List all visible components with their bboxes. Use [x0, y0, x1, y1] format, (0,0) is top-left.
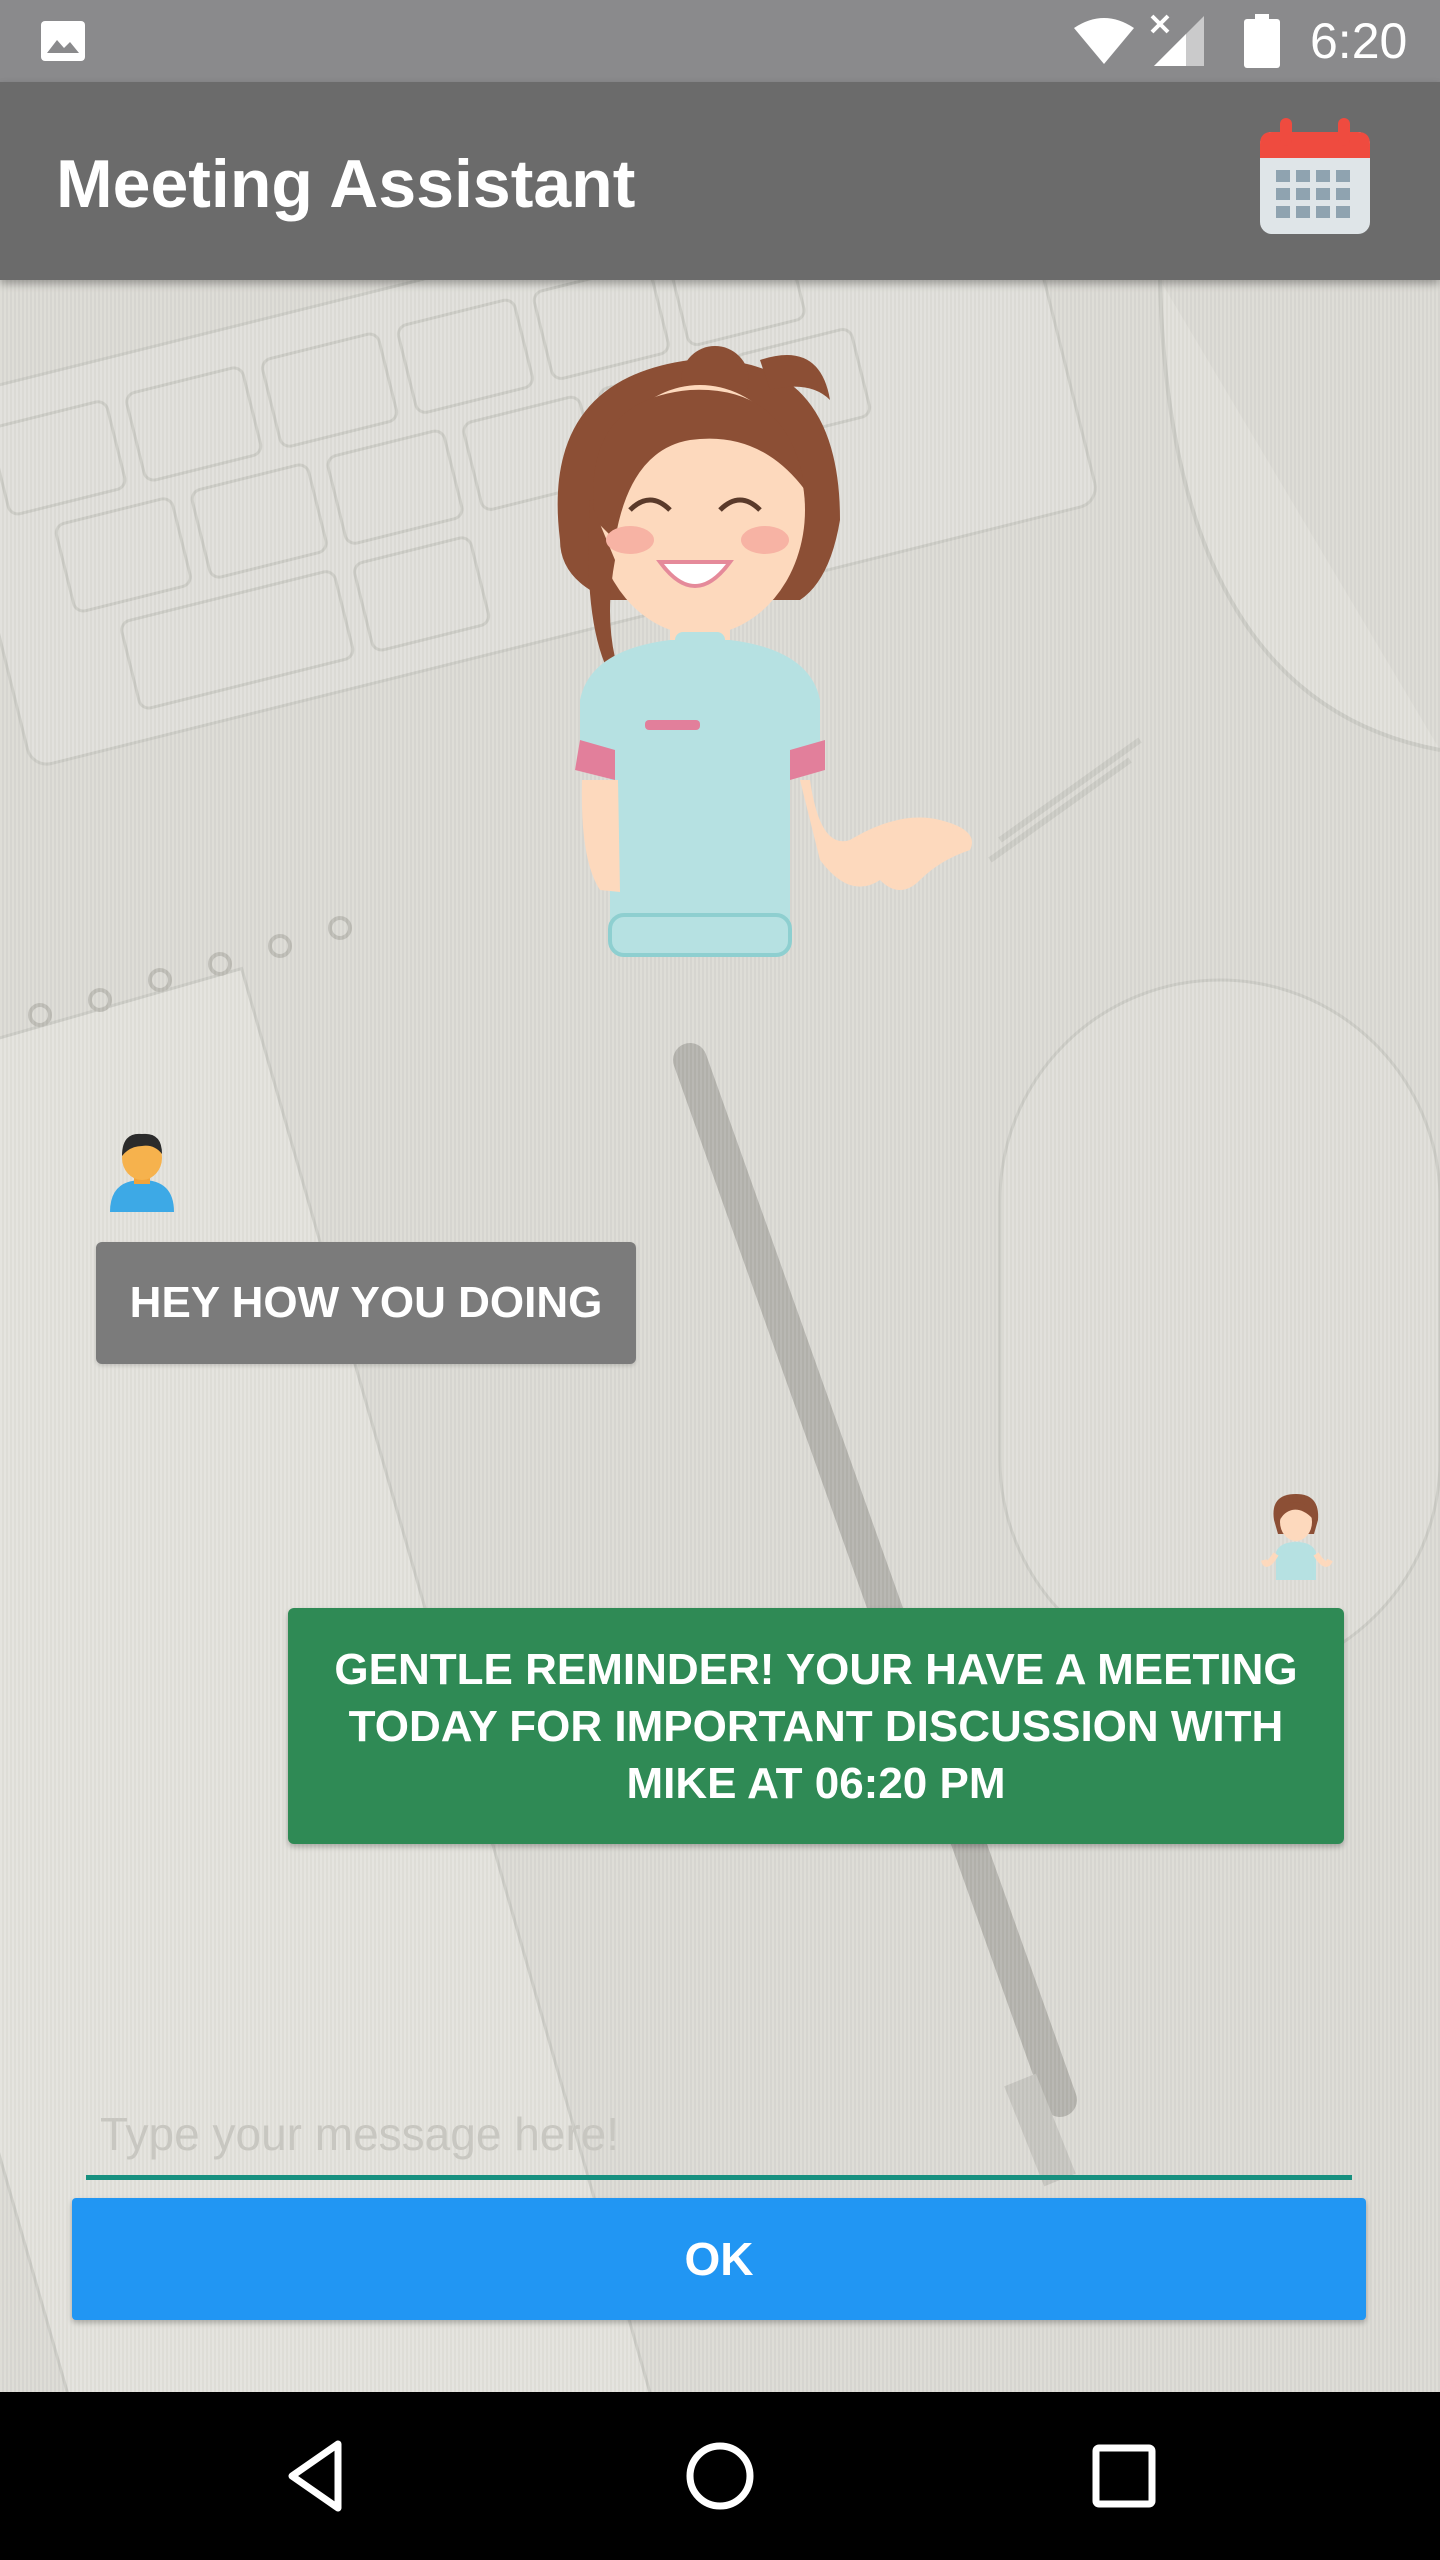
assistant-message-bubble: GENTLE REMINDER! YOUR HAVE A MEETING TOD… — [288, 1608, 1344, 1844]
gallery-icon — [41, 21, 85, 61]
assistant-avatar — [1261, 1494, 1333, 1580]
status-time: 6:20 — [1310, 13, 1408, 69]
user-message-bubble: HEY HOW YOU DOING — [96, 1242, 636, 1364]
signal-icon — [1150, 14, 1204, 66]
battery-icon — [1244, 14, 1280, 68]
ok-button[interactable]: OK — [72, 2198, 1366, 2320]
home-icon[interactable] — [678, 2434, 762, 2518]
assistant-illustration — [557, 346, 972, 957]
chat-area[interactable]: HEY HOW YOU DOING GENTLE REMINDER! YOUR … — [0, 280, 1440, 2392]
back-icon[interactable] — [274, 2434, 358, 2518]
user-avatar — [110, 1133, 174, 1212]
message-input[interactable] — [86, 2092, 1352, 2180]
recents-icon[interactable] — [1082, 2434, 1166, 2518]
app-title: Meeting Assistant — [56, 146, 636, 222]
navigation-bar — [0, 2392, 1440, 2560]
calendar-icon[interactable] — [1254, 116, 1376, 238]
app-bar: Meeting Assistant — [0, 82, 1440, 280]
assistant-message-text: GENTLE REMINDER! YOUR HAVE A MEETING TOD… — [334, 1644, 1298, 1808]
status-bar: 6:20 — [0, 0, 1440, 82]
wifi-icon — [1074, 18, 1134, 64]
